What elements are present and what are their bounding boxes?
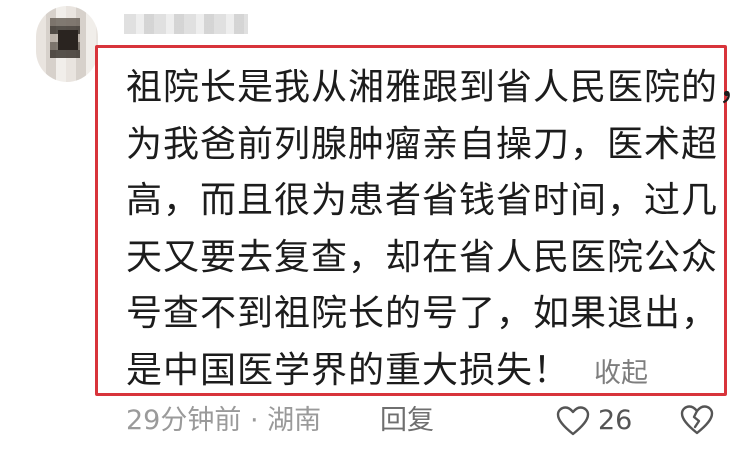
avatar[interactable] <box>36 6 98 82</box>
comment-line: 高，而且很为患者省钱省时间，过几 <box>126 180 719 221</box>
like-count: 26 <box>598 405 633 436</box>
reply-button[interactable]: 回复 <box>380 404 434 438</box>
blurred-username[interactable] <box>124 14 248 34</box>
comment-line: 祖院长是我从湘雅跟到省人民医院的， <box>126 67 750 108</box>
comment-line: 是中国医学界的重大损失！ <box>126 349 571 391</box>
heart-icon <box>556 406 590 436</box>
comment-line: 为我爸前列腺肿瘤亲自操刀，医术超 <box>126 123 719 165</box>
collapse-link[interactable]: 收起 <box>594 358 648 389</box>
like-button[interactable]: 26 <box>556 404 632 438</box>
comment-line: 天又要去复查，却在省人民医院公众 <box>126 236 719 278</box>
comment-last-line: 是中国医学界的重大损失！ 收起 <box>126 343 726 403</box>
comment-meta: 29分钟前 · 湖南 回复 26 <box>126 404 726 438</box>
comment-body: 祖院长是我从湘雅跟到省人民医院的， 为我爸前列腺肿瘤亲自操刀，医术超 高，而且很… <box>126 60 750 403</box>
avatar-mosaic-detail <box>58 30 78 50</box>
time-location: 29分钟前 · 湖南 <box>126 405 322 436</box>
comment-screen: 祖院长是我从湘雅跟到省人民医院的， 为我爸前列腺肿瘤亲自操刀，医术超 高，而且很… <box>0 0 750 450</box>
broken-heart-icon[interactable] <box>680 404 714 436</box>
comment-line: 号查不到祖院长的号了，如果退出， <box>126 293 719 334</box>
